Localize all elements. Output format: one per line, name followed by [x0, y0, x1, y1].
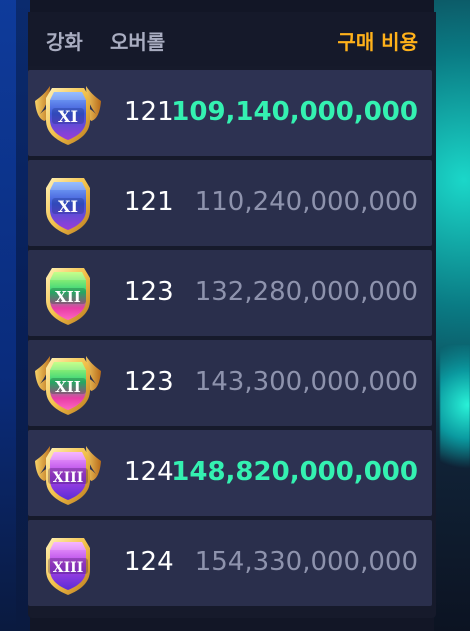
table-row[interactable]: XII 123 143,300,000,000 — [28, 340, 432, 426]
svg-text:XI: XI — [58, 107, 78, 126]
enhancement-cost-table: 강화 오버롤 구매 비용 XI 121 109,140,000,000 XI 1… — [28, 12, 436, 618]
overall-value: 124 — [124, 547, 174, 577]
overall-value: 124 — [124, 457, 174, 487]
cost-value: 143,300,000,000 — [194, 367, 418, 397]
table-header: 강화 오버롤 구매 비용 — [28, 12, 436, 66]
background-left-strip — [0, 0, 16, 631]
table-row[interactable]: XII 123 132,280,000,000 — [28, 250, 432, 336]
shield-badge-xii-icon: XII — [35, 356, 101, 415]
shield-badge-xiii-icon: XIII — [35, 446, 101, 505]
svg-text:XII: XII — [55, 378, 81, 396]
table-row[interactable]: XIII 124 148,820,000,000 — [28, 430, 432, 516]
overall-value: 121 — [124, 187, 174, 217]
svg-text:XI: XI — [58, 197, 78, 216]
cost-value: 132,280,000,000 — [194, 277, 418, 307]
overall-value: 123 — [124, 277, 174, 307]
table-row[interactable]: XI 121 109,140,000,000 — [28, 70, 432, 156]
table-row[interactable]: XI 121 110,240,000,000 — [28, 160, 432, 246]
cost-value: 110,240,000,000 — [194, 187, 418, 217]
cost-value: 148,820,000,000 — [171, 457, 418, 487]
shield-badge-xi-icon: XI — [46, 178, 90, 235]
cost-value: 109,140,000,000 — [171, 97, 418, 127]
table-row[interactable]: XIII 124 154,330,000,000 — [28, 520, 432, 606]
shield-badge-xii-icon: XII — [46, 268, 90, 325]
shield-badge-xi-icon: XI — [35, 86, 101, 145]
background-right-glow — [440, 345, 470, 485]
background-right — [434, 0, 470, 631]
shield-badge-xiii-icon: XIII — [46, 538, 90, 595]
svg-text:XIII: XIII — [53, 560, 84, 576]
header-enhance: 강화 — [46, 30, 83, 54]
cost-value: 154,330,000,000 — [194, 547, 418, 577]
overall-value: 123 — [124, 367, 174, 397]
svg-text:XII: XII — [55, 288, 81, 306]
overall-value: 121 — [124, 97, 174, 127]
header-overall: 오버롤 — [110, 30, 166, 54]
header-cost: 구매 비용 — [337, 30, 418, 54]
svg-text:XIII: XIII — [53, 470, 84, 486]
